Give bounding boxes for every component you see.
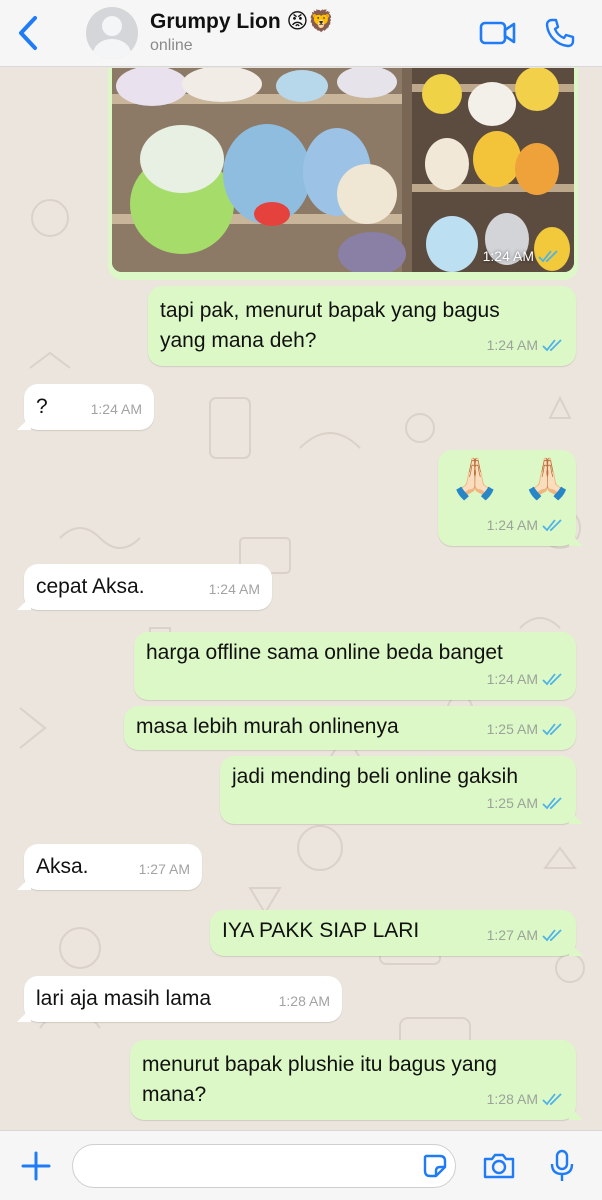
message-meta: 1:24 AM <box>208 581 260 597</box>
plus-icon <box>21 1151 51 1180</box>
attach-button[interactable] <box>0 1131 72 1200</box>
message-composer <box>0 1130 602 1200</box>
chat-header: Grumpy Lion 😡🦁 online <box>0 0 602 67</box>
contact-name: Grumpy Lion 😡🦁 <box>150 10 335 33</box>
chevron-left-icon <box>19 16 37 50</box>
message-text: menurut bapak plushie itu bagus yang <box>142 1053 497 1076</box>
voice-message-button[interactable] <box>532 1131 592 1200</box>
double-check-icon <box>542 929 562 942</box>
message-bubble-incoming[interactable]: ? 1:24 AM <box>17 384 154 430</box>
message-meta: 1:27 AM <box>138 861 190 877</box>
message-emoji: 🙏🏻 🙏🏻 <box>450 457 579 501</box>
message-bubble-incoming[interactable]: lari aja masih lama 1:28 AM <box>17 976 342 1022</box>
message-meta: 1:28 AM <box>487 1084 564 1114</box>
contact-info[interactable]: Grumpy Lion 😡🦁 online <box>150 9 468 57</box>
sticker-icon <box>423 1154 447 1177</box>
message-meta: 1:28 AM <box>278 993 330 1009</box>
image-message[interactable]: 1:24 AM <box>108 68 578 280</box>
message-bubble-outgoing[interactable]: masa lebih murah onlinenya 1:25 AM <box>124 706 576 750</box>
message-bubble-incoming[interactable]: cepat Aksa. 1:24 AM <box>17 564 272 610</box>
contact-status: online <box>150 37 193 54</box>
message-bubble-outgoing[interactable]: 🙏🏻 🙏🏻 1:24 AM <box>438 450 583 546</box>
message-meta: 1:24 AM <box>487 510 564 540</box>
double-check-icon <box>542 1093 562 1106</box>
message-text: tapi pak, menurut bapak yang bagus <box>160 299 500 322</box>
message-input-wrapper <box>72 1143 456 1188</box>
image-message-meta: 1:24 AM <box>483 248 560 264</box>
camera-icon <box>483 1153 515 1178</box>
double-check-icon <box>542 519 562 532</box>
video-call-button[interactable] <box>468 0 528 67</box>
message-meta: 1:24 AM <box>487 330 564 360</box>
phone-icon <box>545 18 575 48</box>
voice-call-button[interactable] <box>530 0 590 67</box>
chat-area[interactable]: 1:24 AM tapi pak, menurut bapak yang bag… <box>0 68 602 1130</box>
message-bubble-outgoing[interactable]: menurut bapak plushie itu bagus yang man… <box>130 1040 583 1120</box>
message-input[interactable] <box>73 1145 415 1186</box>
message-bubble-outgoing[interactable]: jadi mending beli online gaksih 1:25 AM <box>220 756 583 824</box>
video-camera-icon <box>479 21 516 45</box>
message-meta: 1:27 AM <box>487 920 564 950</box>
sticker-button[interactable] <box>415 1146 455 1186</box>
plushie-shelf-photo[interactable]: 1:24 AM <box>112 68 574 272</box>
double-check-icon <box>542 797 562 810</box>
message-bubble-outgoing[interactable]: harga offline sama online beda banget 1:… <box>134 632 576 700</box>
message-meta: 1:24 AM <box>487 664 564 694</box>
camera-button[interactable] <box>466 1131 532 1200</box>
message-meta: 1:25 AM <box>487 788 564 818</box>
microphone-icon <box>550 1149 574 1181</box>
message-bubble-incoming[interactable]: Aksa. 1:27 AM <box>17 844 202 890</box>
avatar[interactable] <box>86 7 138 59</box>
message-bubble-outgoing[interactable]: IYA PAKK SIAP LARI 1:27 AM <box>210 910 583 956</box>
message-bubble-outgoing[interactable]: tapi pak, menurut bapak yang bagus yang … <box>148 286 576 366</box>
double-check-icon <box>542 339 562 352</box>
back-button[interactable] <box>0 0 56 67</box>
message-meta: 1:25 AM <box>487 714 564 744</box>
double-check-icon <box>542 673 562 686</box>
message-meta: 1:24 AM <box>90 401 142 417</box>
double-check-icon <box>538 250 558 263</box>
double-check-icon <box>542 723 562 736</box>
